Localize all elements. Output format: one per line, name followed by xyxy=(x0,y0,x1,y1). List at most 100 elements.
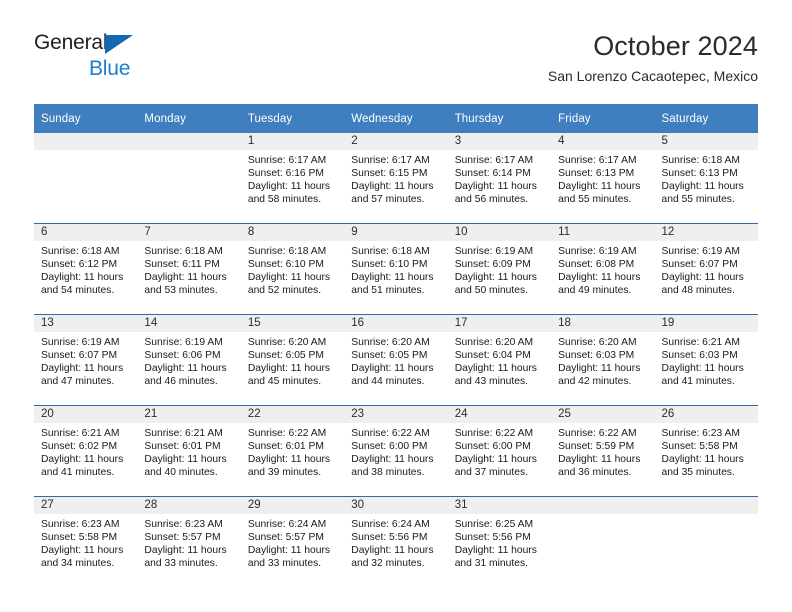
calendar-day-cell[interactable]: 5 Sunrise: 6:18 AM Sunset: 6:13 PM Daylight… xyxy=(654,133,758,224)
day-number: 5 xyxy=(654,133,758,150)
day-number: 23 xyxy=(344,406,448,423)
day-cell-content xyxy=(34,133,138,223)
daylight-duration: Daylight: 11 hours and 56 minutes. xyxy=(454,181,537,206)
calendar-week-row: 13 Sunrise: 6:19 AM Sunset: 6:07 PM Dayligh… xyxy=(34,314,758,406)
day-cell-content: 19 Sunrise: 6:21 AM Sunset: 6:03 PM Dayligh… xyxy=(654,315,758,405)
calendar-day-cell[interactable]: 19 Sunrise: 6:21 AM Sunset: 6:03 PM Dayligh… xyxy=(654,314,758,406)
day-cell-content: 25 Sunrise: 6:22 AM Sunset: 5:59 PM Dayligh… xyxy=(551,406,655,496)
day-cell-content: 17 Sunrise: 6:20 AM Sunset: 6:04 PM Dayligh… xyxy=(447,315,552,405)
calendar-day-cell[interactable]: 12 Sunrise: 6:19 AM Sunset: 6:07 PM Dayligh… xyxy=(654,223,758,315)
sunrise-time: Sunrise: 6:17 AM xyxy=(454,155,534,166)
calendar-week-row: 27 Sunrise: 6:23 AM Sunset: 5:58 PM Dayligh… xyxy=(34,496,758,587)
sunset-time: Sunset: 6:15 PM xyxy=(351,168,428,180)
day-number xyxy=(34,133,138,150)
sunrise-time: Sunrise: 6:22 AM xyxy=(454,428,534,439)
calendar-day-cell[interactable]: 8 Sunrise: 6:18 AM Sunset: 6:10 PM Daylight… xyxy=(240,223,345,315)
day-number: 11 xyxy=(551,224,655,241)
calendar-day-cell[interactable]: 22 Sunrise: 6:22 AM Sunset: 6:01 PM Dayligh… xyxy=(240,405,345,497)
day-details: Sunrise: 6:24 AM Sunset: 5:56 PM Daylight:… xyxy=(344,514,447,570)
calendar-day-cell[interactable]: 15 Sunrise: 6:20 AM Sunset: 6:05 PM Dayligh… xyxy=(240,314,345,406)
daylight-duration: Daylight: 11 hours and 58 minutes. xyxy=(247,181,331,206)
calendar-empty-cell xyxy=(654,496,758,587)
calendar-day-cell[interactable]: 24 Sunrise: 6:22 AM Sunset: 6:00 PM Dayligh… xyxy=(447,405,552,497)
day-cell-content: 26 Sunrise: 6:23 AM Sunset: 5:58 PM Dayligh… xyxy=(654,406,758,496)
sunrise-time: Sunrise: 6:18 AM xyxy=(41,246,120,257)
daylight-duration: Daylight: 11 hours and 57 minutes. xyxy=(351,181,434,206)
daylight-duration: Daylight: 11 hours and 50 minutes. xyxy=(454,272,537,297)
calendar-day-cell[interactable]: 27 Sunrise: 6:23 AM Sunset: 5:58 PM Dayligh… xyxy=(34,496,138,587)
day-cell-content: 28 Sunrise: 6:23 AM Sunset: 5:57 PM Dayligh… xyxy=(137,497,241,587)
day-number: 30 xyxy=(344,497,448,514)
sunrise-time: Sunrise: 6:24 AM xyxy=(351,519,430,530)
day-details: Sunrise: 6:19 AM Sunset: 6:08 PM Daylight:… xyxy=(551,241,654,297)
calendar-day-cell[interactable]: 21 Sunrise: 6:21 AM Sunset: 6:01 PM Dayligh… xyxy=(137,405,241,497)
calendar-day-cell[interactable]: 18 Sunrise: 6:20 AM Sunset: 6:03 PM Dayligh… xyxy=(551,314,655,406)
calendar-day-cell[interactable]: 30 Sunrise: 6:24 AM Sunset: 5:56 PM Dayligh… xyxy=(344,496,448,587)
calendar-day-cell[interactable]: 31 Sunrise: 6:25 AM Sunset: 5:56 PM Dayligh… xyxy=(447,496,552,587)
day-cell-content: 21 Sunrise: 6:21 AM Sunset: 6:01 PM Dayligh… xyxy=(137,406,241,496)
calendar-day-cell[interactable]: 29 Sunrise: 6:24 AM Sunset: 5:57 PM Dayligh… xyxy=(240,496,345,587)
day-cell-content: 23 Sunrise: 6:22 AM Sunset: 6:00 PM Dayligh… xyxy=(344,406,448,496)
calendar-day-cell[interactable]: 9 Sunrise: 6:18 AM Sunset: 6:10 PM Daylight… xyxy=(344,223,448,315)
daylight-duration: Daylight: 11 hours and 44 minutes. xyxy=(351,363,434,388)
sunrise-time: Sunrise: 6:22 AM xyxy=(558,428,637,439)
daylight-duration: Daylight: 11 hours and 41 minutes. xyxy=(41,454,124,479)
daylight-duration: Daylight: 11 hours and 46 minutes. xyxy=(144,363,227,388)
calendar-day-cell[interactable]: 11 Sunrise: 6:19 AM Sunset: 6:08 PM Dayligh… xyxy=(551,223,655,315)
calendar-day-cell[interactable]: 17 Sunrise: 6:20 AM Sunset: 6:04 PM Dayligh… xyxy=(447,314,552,406)
sunrise-time: Sunrise: 6:23 AM xyxy=(41,519,120,530)
day-cell-content: 15 Sunrise: 6:20 AM Sunset: 6:05 PM Dayligh… xyxy=(240,315,345,405)
calendar-day-cell[interactable]: 1 Sunrise: 6:17 AM Sunset: 6:16 PM Daylight… xyxy=(240,133,345,224)
calendar-day-cell[interactable]: 4 Sunrise: 6:17 AM Sunset: 6:13 PM Daylight… xyxy=(551,133,655,224)
day-number: 18 xyxy=(551,315,655,332)
calendar-day-cell[interactable]: 3 Sunrise: 6:17 AM Sunset: 6:14 PM Daylight… xyxy=(447,133,552,224)
day-number: 9 xyxy=(344,224,448,241)
day-cell-content xyxy=(137,133,241,223)
calendar-day-cell[interactable]: 16 Sunrise: 6:20 AM Sunset: 6:05 PM Dayligh… xyxy=(344,314,448,406)
daylight-duration: Daylight: 11 hours and 53 minutes. xyxy=(144,272,227,297)
sunrise-time: Sunrise: 6:23 AM xyxy=(144,519,223,530)
day-number: 4 xyxy=(551,133,655,150)
sunrise-time: Sunrise: 6:22 AM xyxy=(247,428,327,439)
day-details: Sunrise: 6:19 AM Sunset: 6:07 PM Daylight:… xyxy=(34,332,137,388)
calendar-day-cell[interactable]: 14 Sunrise: 6:19 AM Sunset: 6:06 PM Dayligh… xyxy=(137,314,241,406)
sunrise-time: Sunrise: 6:17 AM xyxy=(558,155,637,166)
day-cell-content: 18 Sunrise: 6:20 AM Sunset: 6:03 PM Dayligh… xyxy=(551,315,655,405)
day-cell-content: 16 Sunrise: 6:20 AM Sunset: 6:05 PM Dayligh… xyxy=(344,315,448,405)
calendar-day-cell[interactable]: 2 Sunrise: 6:17 AM Sunset: 6:15 PM Daylight… xyxy=(344,133,448,224)
sunset-time: Sunset: 6:13 PM xyxy=(558,168,635,180)
day-details: Sunrise: 6:19 AM Sunset: 6:09 PM Daylight:… xyxy=(448,241,551,297)
day-details: Sunrise: 6:18 AM Sunset: 6:13 PM Daylight:… xyxy=(655,150,758,206)
day-number: 21 xyxy=(137,406,241,423)
calendar-day-cell[interactable]: 26 Sunrise: 6:23 AM Sunset: 5:58 PM Dayligh… xyxy=(654,405,758,497)
sunset-time: Sunset: 6:00 PM xyxy=(454,441,531,453)
day-number: 6 xyxy=(34,224,138,241)
day-number: 29 xyxy=(240,497,345,514)
page-subtitle: San Lorenzo Cacaotepec, Mexico xyxy=(547,68,758,84)
day-cell-content: 10 Sunrise: 6:19 AM Sunset: 6:09 PM Dayligh… xyxy=(447,224,552,314)
page-header: General Blue October 2024 San Lorenzo Ca… xyxy=(34,30,758,92)
day-number: 3 xyxy=(447,133,552,150)
day-number: 10 xyxy=(447,224,552,241)
weekday-header-saturday: Saturday xyxy=(654,104,758,133)
day-cell-content: 14 Sunrise: 6:19 AM Sunset: 6:06 PM Dayligh… xyxy=(137,315,241,405)
sunrise-time: Sunrise: 6:18 AM xyxy=(144,246,223,257)
day-cell-content: 11 Sunrise: 6:19 AM Sunset: 6:08 PM Dayligh… xyxy=(551,224,655,314)
calendar-day-cell[interactable]: 23 Sunrise: 6:22 AM Sunset: 6:00 PM Dayligh… xyxy=(344,405,448,497)
calendar-day-cell[interactable]: 6 Sunrise: 6:18 AM Sunset: 6:12 PM Daylight… xyxy=(34,223,138,315)
calendar-day-cell[interactable]: 10 Sunrise: 6:19 AM Sunset: 6:09 PM Dayligh… xyxy=(447,223,552,315)
day-details: Sunrise: 6:23 AM Sunset: 5:58 PM Daylight:… xyxy=(34,514,137,570)
calendar-day-cell[interactable]: 20 Sunrise: 6:21 AM Sunset: 6:02 PM Dayligh… xyxy=(34,405,138,497)
calendar-day-cell[interactable]: 28 Sunrise: 6:23 AM Sunset: 5:57 PM Dayligh… xyxy=(137,496,241,587)
calendar-day-cell[interactable]: 13 Sunrise: 6:19 AM Sunset: 6:07 PM Dayligh… xyxy=(34,314,138,406)
sunset-time: Sunset: 6:11 PM xyxy=(144,259,220,271)
calendar-day-cell[interactable]: 25 Sunrise: 6:22 AM Sunset: 5:59 PM Dayligh… xyxy=(551,405,655,497)
day-number: 26 xyxy=(654,406,758,423)
day-details: Sunrise: 6:22 AM Sunset: 6:00 PM Daylight:… xyxy=(448,423,551,479)
daylight-duration: Daylight: 11 hours and 38 minutes. xyxy=(351,454,434,479)
day-cell-content: 9 Sunrise: 6:18 AM Sunset: 6:10 PM Daylight… xyxy=(344,224,448,314)
calendar-day-cell[interactable]: 7 Sunrise: 6:18 AM Sunset: 6:11 PM Daylight… xyxy=(137,223,241,315)
sunrise-time: Sunrise: 6:21 AM xyxy=(144,428,223,439)
day-cell-content: 30 Sunrise: 6:24 AM Sunset: 5:56 PM Dayligh… xyxy=(344,497,448,587)
day-details: Sunrise: 6:23 AM Sunset: 5:58 PM Daylight:… xyxy=(655,423,758,479)
